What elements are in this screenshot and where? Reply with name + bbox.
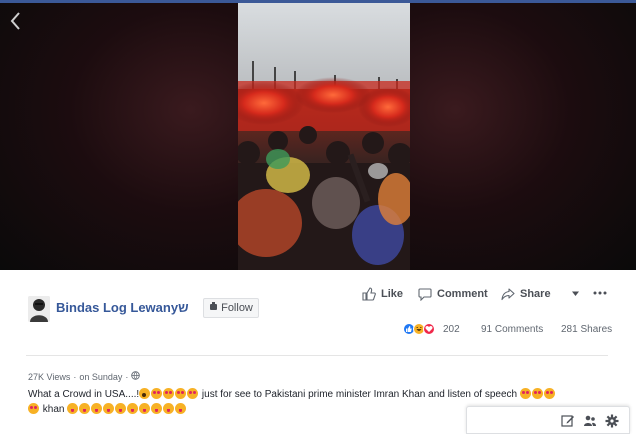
video-player[interactable] xyxy=(0,0,636,270)
author-name[interactable]: Bindas Log Lewanyש xyxy=(56,300,189,315)
yum-emoji-icon xyxy=(115,403,127,414)
yum-emoji-icon xyxy=(103,403,115,414)
yum-emoji-icon xyxy=(163,403,175,414)
meta-separator: · xyxy=(73,371,77,382)
author-avatar[interactable] xyxy=(28,296,50,322)
heart-eyes-emoji-icon xyxy=(28,403,39,414)
chat-bar xyxy=(466,406,630,434)
heart-eyes-emoji-icon xyxy=(163,388,175,399)
video-frame xyxy=(238,3,410,270)
settings-gear-icon[interactable] xyxy=(605,414,619,428)
heart-eyes-emoji-icon xyxy=(543,388,555,399)
yum-emoji-icon xyxy=(139,403,151,414)
caret-down-icon xyxy=(571,289,580,298)
heart-eyes-emoji-icon xyxy=(151,388,163,399)
reaction-icons[interactable] xyxy=(403,323,435,335)
yum-emoji-icon xyxy=(175,403,187,414)
facebook-video-page: Bindas Log Lewanyש Follow Like Comment S… xyxy=(0,0,636,434)
caption-text: What a Crowd in USA....! xyxy=(28,389,140,400)
shares-count[interactable]: 281 Shares xyxy=(561,324,612,335)
comment-bubble-icon xyxy=(418,287,432,301)
caption-text: khan xyxy=(40,404,68,415)
chevron-left-icon[interactable] xyxy=(6,10,26,32)
love-reaction-icon xyxy=(423,323,435,335)
share-options-dropdown[interactable] xyxy=(571,289,580,298)
yum-emoji-icon xyxy=(127,403,139,414)
share-arrow-icon xyxy=(501,287,515,301)
meta-separator: · xyxy=(125,371,129,382)
post-meta: 27K Views · on Sunday · xyxy=(28,371,141,382)
video-blur-left xyxy=(0,3,238,270)
scream-emoji-icon xyxy=(139,388,151,399)
reaction-count[interactable]: 202 xyxy=(443,324,460,335)
share-button[interactable]: Share xyxy=(501,287,551,301)
globe-icon xyxy=(131,371,141,382)
compose-icon[interactable] xyxy=(561,414,575,428)
heart-eyes-emoji-icon xyxy=(175,388,187,399)
more-dots-icon xyxy=(593,289,607,297)
caption-text: just for see to Pakistani prime minister… xyxy=(199,389,520,400)
divider xyxy=(26,355,608,356)
comment-button[interactable]: Comment xyxy=(418,287,488,301)
yum-emoji-icon xyxy=(151,403,163,414)
video-blur-right xyxy=(410,3,636,270)
heart-eyes-emoji-icon xyxy=(187,388,199,399)
thumbs-up-icon xyxy=(362,287,376,301)
more-options-button[interactable] xyxy=(593,289,607,297)
like-button[interactable]: Like xyxy=(362,287,403,301)
follow-button[interactable]: Follow xyxy=(203,298,259,318)
share-label: Share xyxy=(520,288,551,300)
like-label: Like xyxy=(381,288,404,300)
yum-emoji-icon xyxy=(67,403,79,414)
comments-count[interactable]: 91 Comments xyxy=(481,324,543,335)
follow-label: Follow xyxy=(221,302,253,314)
post-time[interactable]: on Sunday xyxy=(79,372,122,382)
follow-icon xyxy=(209,302,218,314)
heart-eyes-emoji-icon xyxy=(519,388,531,399)
view-count: 27K Views xyxy=(28,371,71,382)
people-icon[interactable] xyxy=(583,414,597,428)
heart-eyes-emoji-icon xyxy=(531,388,543,399)
yum-emoji-icon xyxy=(79,403,91,414)
comment-label: Comment xyxy=(437,288,488,300)
yum-emoji-icon xyxy=(91,403,103,414)
